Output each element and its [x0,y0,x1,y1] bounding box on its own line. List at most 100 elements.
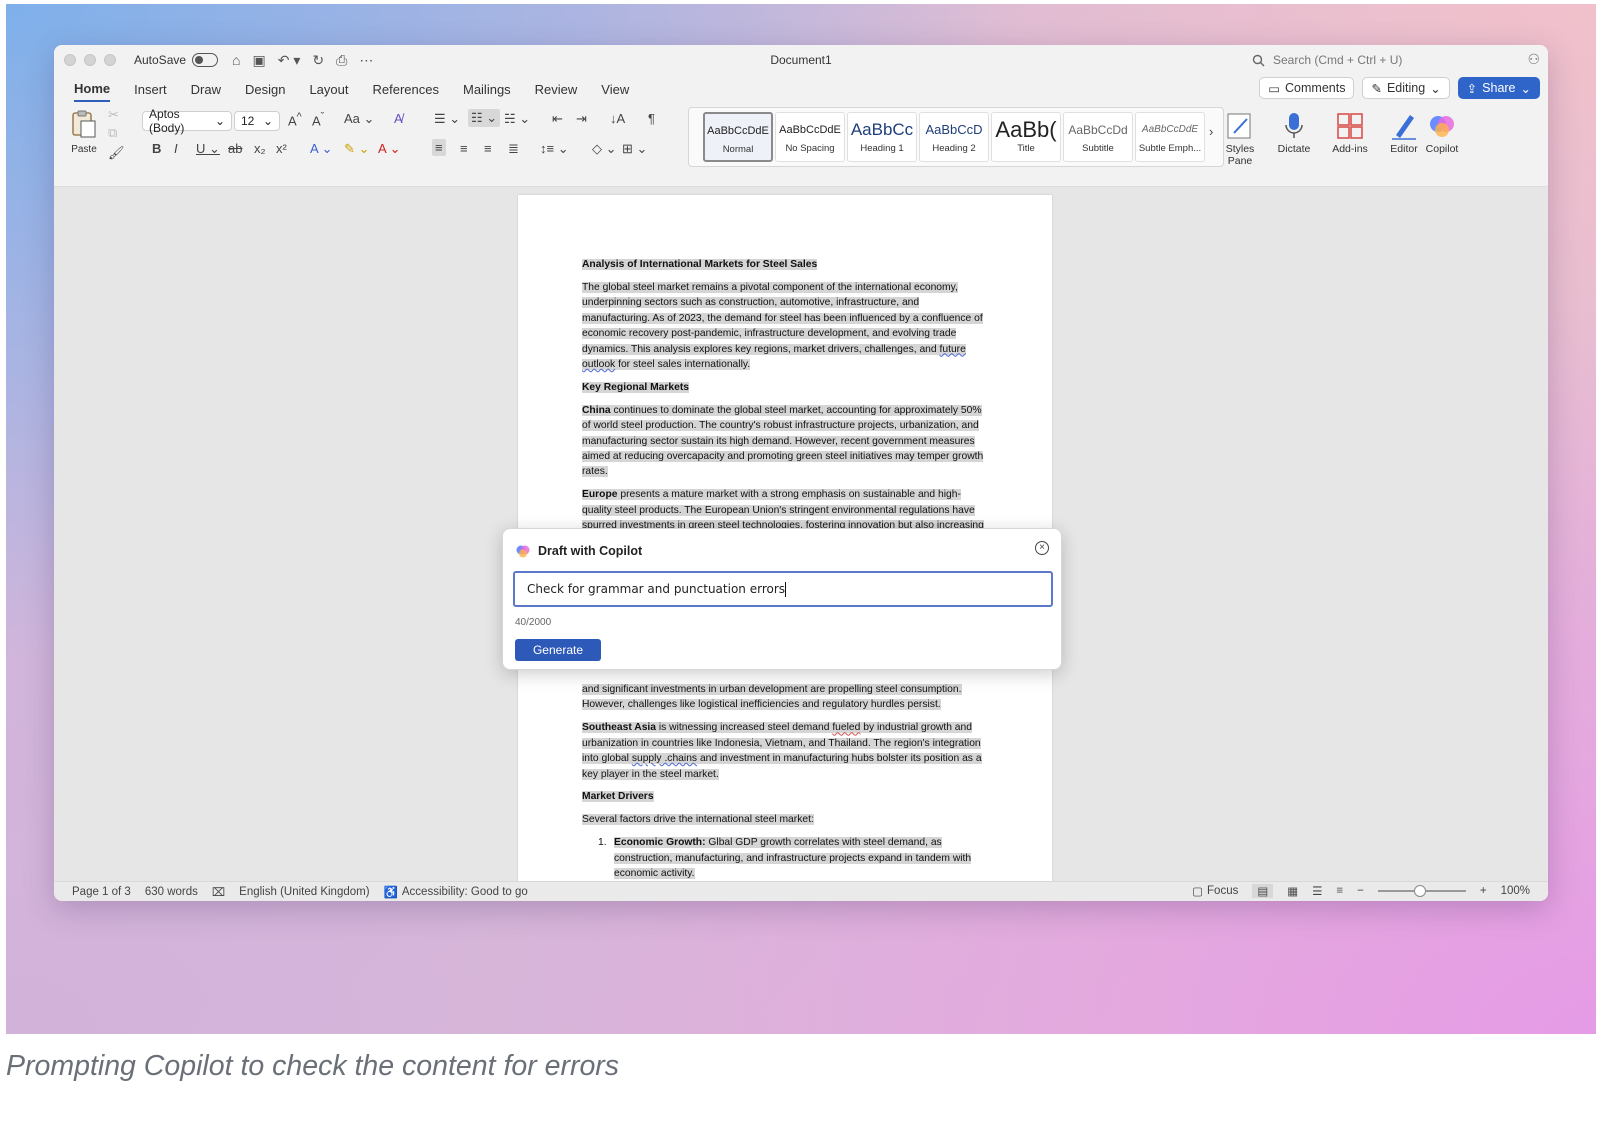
italic-icon[interactable]: I [174,141,178,156]
cut-icon[interactable]: ✂ [108,107,119,123]
style-preview: AaBb( [992,113,1060,143]
outline-view-icon[interactable]: ☰ [1312,884,1322,898]
tab-insert[interactable]: Insert [134,78,167,101]
tab-mailings[interactable]: Mailings [463,78,511,101]
more-icon[interactable]: ⋯ [359,52,373,69]
strikethrough-icon[interactable]: ab [228,141,242,156]
text-effects-icon[interactable]: A ⌄ [310,141,332,157]
draft-view-icon[interactable]: ≡ [1336,885,1343,897]
save-icon[interactable]: ▣ [253,52,266,69]
print-layout-icon[interactable]: ▤ [1252,884,1273,898]
undo-icon[interactable]: ↶ ▾ [278,52,301,69]
underline-icon[interactable]: U ⌄ [196,141,220,157]
zoom-in-icon[interactable]: + [1480,885,1487,897]
sort-icon[interactable]: ↓A [610,111,625,126]
shrink-font-icon[interactable]: Aˇ [312,111,324,128]
tab-view[interactable]: View [601,78,629,101]
grow-font-icon[interactable]: A^ [288,111,302,128]
style-title[interactable]: AaBb( Title [991,112,1061,162]
intro-text: The global steel market remains a pivota… [582,282,983,355]
subscript-icon[interactable]: x₂ [254,141,266,156]
close-icon[interactable]: × [1035,541,1049,555]
proofing-icon[interactable]: ⌧ [212,885,225,899]
align-left-icon[interactable]: ≡ [432,139,446,156]
home-icon[interactable]: ⌂ [232,52,240,69]
spelling-flag[interactable]: fueled [832,722,860,733]
comments-button[interactable]: ▭ Comments [1259,77,1354,99]
increase-indent-icon[interactable]: ⇥ [576,111,587,127]
tab-design[interactable]: Design [245,78,285,101]
zoom-slider-knob[interactable] [1414,885,1426,897]
style-subtitle[interactable]: AaBbCcDd Subtitle [1063,112,1133,162]
style-heading-2[interactable]: AaBbCcD Heading 2 [919,112,989,162]
autosave-toggle[interactable] [192,53,218,67]
bullets-icon[interactable]: ☰ ⌄ [434,111,460,127]
document-content[interactable]: Analysis of International Markets for St… [582,257,990,556]
bold-icon[interactable]: B [152,141,161,156]
account-icon[interactable]: ⚇ [1527,51,1540,68]
style-subtle-emphasis[interactable]: AaBbCcDdE Subtle Emph... [1135,112,1205,162]
line-spacing-icon[interactable]: ↕≡ ⌄ [540,141,569,157]
close-window-button[interactable] [64,54,76,66]
font-color-icon[interactable]: A ⌄ [378,141,400,157]
tab-draw[interactable]: Draw [191,78,221,101]
decrease-indent-icon[interactable]: ⇤ [552,111,563,127]
style-preview: AaBbCcDdE [1136,113,1204,143]
copilot-prompt-input[interactable]: Check for grammar and punctuation errors [513,571,1053,607]
language[interactable]: English (United Kingdom) [239,886,369,898]
focus-icon: ▢ [1192,884,1203,898]
style-normal[interactable]: AaBbCcDdE Normal [703,112,773,162]
zoom-out-icon[interactable]: − [1357,885,1364,897]
format-painter-icon[interactable]: 🖌 [108,145,125,161]
superscript-icon[interactable]: x² [276,141,287,156]
copy-icon[interactable]: ⧉ [108,125,117,141]
generate-button[interactable]: Generate [515,639,601,661]
editor-button[interactable]: Editor [1384,109,1424,155]
redo-icon[interactable]: ↻ [312,52,324,69]
paste-button[interactable]: Paste [64,109,104,155]
gallery-more-icon[interactable]: › [1209,124,1213,139]
addins-button[interactable]: Add-ins [1326,109,1374,155]
tab-review[interactable]: Review [535,78,578,101]
text-cursor [785,582,786,597]
zoom-slider[interactable] [1378,890,1466,892]
minimize-window-button[interactable] [84,54,96,66]
editing-label: Editing [1387,81,1425,95]
web-layout-icon[interactable]: ▦ [1287,884,1298,898]
search-box[interactable]: Search (Cmd + Ctrl + U) [1246,49,1516,71]
share-button[interactable]: ⇪ Share ⌄ [1458,77,1540,99]
highlight-icon[interactable]: ✎ ⌄ [344,141,369,157]
align-center-icon[interactable]: ≡ [460,141,468,156]
page-count[interactable]: Page 1 of 3 [72,886,131,898]
change-case-icon[interactable]: Aa ⌄ [344,111,374,127]
list-item-label: Economic Growth: [614,837,706,848]
accessibility-status[interactable]: Accessibility: Good to go [402,886,528,898]
font-name-select[interactable]: Aptos (Body)⌄ [142,111,232,131]
borders-icon[interactable]: ⊞ ⌄ [622,141,647,157]
dictate-button[interactable]: Dictate [1272,109,1316,155]
tab-layout[interactable]: Layout [309,78,348,101]
clear-formatting-icon[interactable]: A̸ [394,111,403,126]
document-content-lower[interactable]: and significant investments in urban dev… [582,682,990,881]
align-right-icon[interactable]: ≡ [484,141,492,156]
editing-button[interactable]: ✎ Editing ⌄ [1362,77,1449,99]
justify-icon[interactable]: ≣ [508,141,519,157]
maximize-window-button[interactable] [104,54,116,66]
font-size-select[interactable]: 12⌄ [234,111,280,131]
focus-button[interactable]: Focus [1207,885,1238,897]
word-count[interactable]: 630 words [145,886,198,898]
style-heading-1[interactable]: AaBbCc Heading 1 [847,112,917,162]
shading-icon[interactable]: ◇ ⌄ [592,141,617,157]
copilot-button[interactable]: Copilot [1422,109,1462,155]
style-no-spacing[interactable]: AaBbCcDdE No Spacing [775,112,845,162]
zoom-level[interactable]: 100% [1501,885,1530,897]
print-icon[interactable]: ⎙ [336,52,347,69]
grammar-flag[interactable]: supply .chains [632,753,697,764]
tab-home[interactable]: Home [74,77,110,102]
styles-pane-button[interactable]: Styles Pane [1218,109,1262,167]
ribbon-home: Paste ✂ ⧉ 🖌 Aptos (Body)⌄ 12⌄ A^ Aˇ Aa ⌄… [54,103,1548,187]
multilevel-list-icon[interactable]: ☵ ⌄ [504,111,530,127]
numbering-icon[interactable]: ☷ ⌄ [468,109,500,127]
tab-references[interactable]: References [373,78,439,101]
show-marks-icon[interactable]: ¶ [648,111,655,126]
